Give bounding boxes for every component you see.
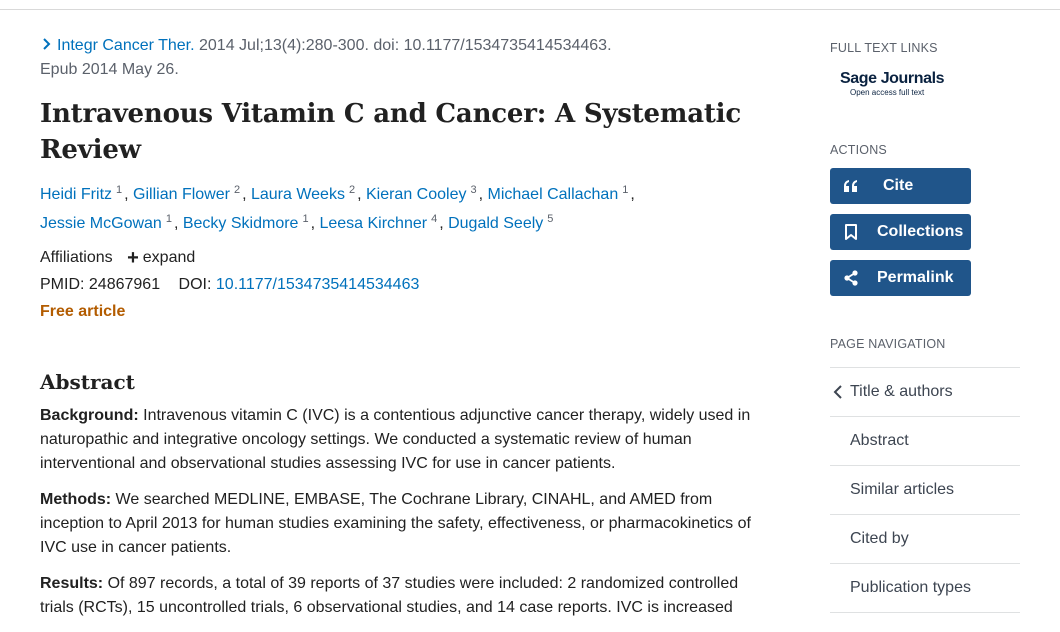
- affiliation-ref[interactable]: 2: [349, 184, 355, 196]
- cite-button[interactable]: Cite: [830, 168, 971, 204]
- nav-item-label: Title & authors: [850, 383, 953, 400]
- full-text-links-heading: FULL TEXT LINKS: [830, 41, 938, 55]
- nav-item-abstract[interactable]: Abstract: [830, 417, 1020, 466]
- results-label: Results:: [40, 575, 104, 592]
- identifiers: PMID: 24867961 DOI: 10.1177/153473541453…: [40, 273, 775, 297]
- nav-item-label: Cited by: [850, 530, 909, 547]
- share-icon: [842, 269, 860, 287]
- author-link[interactable]: Dugald Seely: [448, 215, 543, 232]
- article-main: Integr Cancer Ther. 2014 Jul;13(4):280-3…: [40, 34, 775, 632]
- sidebar: FULL TEXT LINKS Sage Journals Open acces…: [830, 40, 1020, 613]
- nav-item-similar-articles[interactable]: Similar articles: [830, 466, 1020, 515]
- abstract-results: Results: Of 897 records, a total of 39 r…: [40, 572, 770, 620]
- permalink-label: Permalink: [877, 269, 954, 286]
- article-title: Intravenous Vitamin C and Cancer: A Syst…: [40, 99, 741, 165]
- journal-link[interactable]: Integr Cancer Ther.: [40, 37, 195, 54]
- collections-button[interactable]: Collections: [830, 214, 971, 250]
- actions-heading: ACTIONS: [830, 143, 887, 157]
- affiliation-ref[interactable]: 1: [166, 213, 172, 225]
- publisher-logo-name: Sage Journals: [840, 70, 945, 87]
- header-divider: [0, 9, 1060, 10]
- affiliations-row: Affiliations + expand: [40, 246, 775, 270]
- doi-label: DOI:: [178, 276, 212, 293]
- affiliation-ref[interactable]: 5: [547, 213, 553, 225]
- affiliation-ref[interactable]: 2: [234, 184, 240, 196]
- affiliation-ref[interactable]: 4: [431, 213, 437, 225]
- nav-item-label: Publication types: [850, 579, 971, 596]
- author-list: Heidi Fritz 1, Gillian Flower 2, Laura Wee…: [40, 184, 635, 232]
- free-article-badge: Free article: [40, 303, 126, 320]
- expand-label: expand: [142, 249, 196, 266]
- author-link[interactable]: Michael Callachan: [487, 186, 618, 203]
- author-link[interactable]: Laura Weeks: [251, 186, 345, 203]
- sage-journals-link[interactable]: Sage Journals Open access full text: [840, 70, 960, 98]
- collections-label: Collections: [877, 223, 964, 240]
- chevron-right-icon: [43, 38, 51, 50]
- plus-icon: +: [127, 247, 139, 269]
- page-navigation-heading: PAGE NAVIGATION: [830, 337, 946, 351]
- author-link[interactable]: Becky Skidmore: [183, 215, 299, 232]
- abstract-methods: Methods: We searched MEDLINE, EMBASE, Th…: [40, 488, 770, 560]
- author-link[interactable]: Gillian Flower: [133, 186, 230, 203]
- background-text: Intravenous vitamin C (IVC) is a content…: [40, 407, 751, 472]
- affiliations-label: Affiliations: [40, 249, 113, 266]
- abstract-heading: Abstract: [40, 370, 135, 394]
- chevron-left-icon: [833, 385, 842, 399]
- pmid-value: 24867961: [88, 276, 161, 293]
- background-label: Background:: [40, 407, 139, 424]
- nav-item-label: Similar articles: [850, 481, 955, 498]
- author-link[interactable]: Jessie McGowan: [40, 215, 162, 232]
- affiliation-ref[interactable]: 1: [302, 213, 308, 225]
- abstract-background: Background: Intravenous vitamin C (IVC) …: [40, 404, 770, 476]
- affiliation-ref[interactable]: 1: [622, 184, 628, 196]
- affiliation-ref[interactable]: 3: [470, 184, 476, 196]
- results-text: Of 897 records, a total of 39 reports of…: [40, 575, 739, 616]
- affiliation-ref[interactable]: 1: [116, 184, 122, 196]
- author-link[interactable]: Heidi Fritz: [40, 186, 112, 203]
- methods-label: Methods:: [40, 491, 112, 508]
- journal-name: Integr Cancer Ther.: [57, 37, 195, 54]
- doi-link[interactable]: 10.1177/1534735414534463: [216, 276, 419, 293]
- page-navigation-list: Title & authors Abstract Similar article…: [830, 367, 1020, 613]
- cite-label: Cite: [883, 177, 914, 194]
- expand-affiliations-button[interactable]: + expand: [127, 247, 196, 269]
- bookmark-icon: [842, 223, 860, 241]
- permalink-button[interactable]: Permalink: [830, 260, 971, 296]
- nav-item-label: Abstract: [850, 432, 909, 449]
- publisher-logo-tagline: Open access full text: [850, 88, 925, 97]
- author-link[interactable]: Kieran Cooley: [366, 186, 467, 203]
- pmid-label: PMID:: [40, 276, 85, 293]
- nav-item-publication-types[interactable]: Publication types: [830, 564, 1020, 613]
- nav-item-cited-by[interactable]: Cited by: [830, 515, 1020, 564]
- author-link[interactable]: Leesa Kirchner: [319, 215, 427, 232]
- citation-line: Integr Cancer Ther. 2014 Jul;13(4):280-3…: [40, 34, 775, 82]
- methods-text: We searched MEDLINE, EMBASE, The Cochran…: [40, 491, 751, 556]
- nav-item-title-authors[interactable]: Title & authors: [830, 368, 1020, 417]
- citation-details: 2014 Jul;13(4):280-300. doi: 10.1177/153…: [194, 37, 612, 54]
- quote-icon: [842, 177, 860, 195]
- epub-date: Epub 2014 May 26.: [40, 61, 179, 78]
